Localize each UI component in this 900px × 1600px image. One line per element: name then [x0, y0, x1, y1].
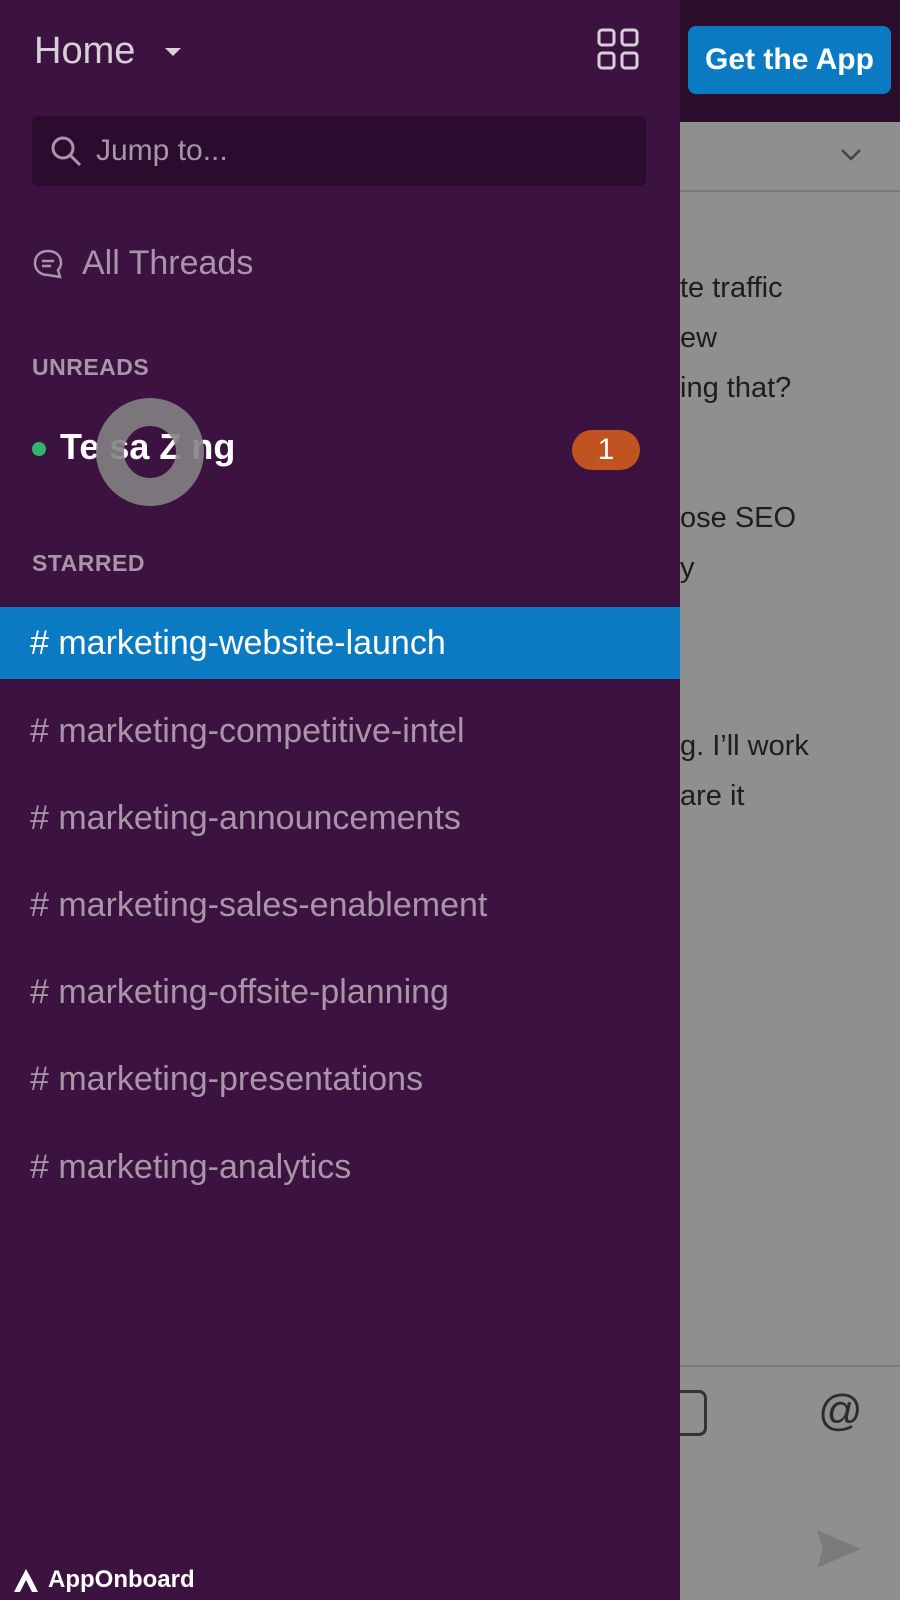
background-message-text: ew: [680, 322, 718, 354]
apponboard-logo-icon: [14, 1569, 38, 1592]
background-message-text: are it: [680, 780, 745, 812]
send-icon[interactable]: [815, 1528, 863, 1570]
channel-label: # marketing-website-launch: [30, 623, 446, 662]
channel-label: # marketing-offsite-planning: [30, 972, 449, 1011]
channel-marketing-presentations[interactable]: # marketing-presentations: [0, 1043, 680, 1115]
channel-marketing-announcements[interactable]: # marketing-announcements: [0, 782, 680, 854]
channel-marketing-competitive-intel[interactable]: # marketing-competitive-intel: [0, 695, 680, 767]
background-message-text: te traffic: [680, 272, 783, 304]
online-status-dot: [32, 442, 46, 456]
background-compose-divider: [680, 1365, 900, 1367]
background-message-text: ing that?: [680, 372, 792, 404]
search-placeholder: Jump to...: [96, 134, 228, 167]
channel-label: # marketing-analytics: [30, 1147, 352, 1186]
unreads-section-label: UNREADS: [32, 354, 150, 380]
channel-label: # marketing-presentations: [30, 1059, 424, 1098]
workspace-title: Home: [34, 30, 136, 72]
workspace-switcher[interactable]: Home: [34, 30, 182, 73]
sidebar-drawer: Home Jump to... All Threads UNREADS Te s…: [0, 0, 680, 1600]
grid-icon[interactable]: [597, 28, 639, 70]
background-message-text: g. I’ll work: [680, 730, 809, 762]
apponboard-watermark: AppOnboard: [12, 1566, 195, 1594]
channel-label: # marketing-sales-enablement: [30, 885, 488, 924]
background-channel-header: [680, 122, 900, 192]
starred-section-label: STARRED: [32, 550, 145, 576]
background-message-text: ose SEO: [680, 502, 797, 534]
channel-marketing-offsite-planning[interactable]: # marketing-offsite-planning: [0, 956, 680, 1028]
channel-marketing-analytics[interactable]: # marketing-analytics: [0, 1131, 680, 1203]
caret-down-icon: [165, 47, 182, 56]
search-icon: [51, 136, 82, 167]
mention-icon[interactable]: @: [818, 1386, 863, 1436]
channel-marketing-website-launch[interactable]: # marketing-website-launch: [0, 607, 680, 679]
background-message-text: y: [680, 552, 695, 584]
channel-label: # marketing-competitive-intel: [30, 711, 465, 750]
unread-count-badge: 1: [572, 430, 640, 470]
chevron-down-icon[interactable]: [838, 142, 864, 168]
all-threads-label: All Threads: [82, 244, 254, 282]
jump-to-search[interactable]: Jump to...: [32, 116, 646, 186]
channel-label: # marketing-announcements: [30, 798, 461, 837]
apponboard-brand: AppOnboard: [48, 1566, 195, 1593]
get-the-app-button[interactable]: Get the App: [688, 26, 891, 94]
all-threads-item[interactable]: All Threads: [32, 244, 253, 283]
threads-icon: [33, 249, 63, 279]
touch-indicator: [96, 398, 204, 506]
channel-marketing-sales-enablement[interactable]: # marketing-sales-enablement: [0, 869, 680, 941]
